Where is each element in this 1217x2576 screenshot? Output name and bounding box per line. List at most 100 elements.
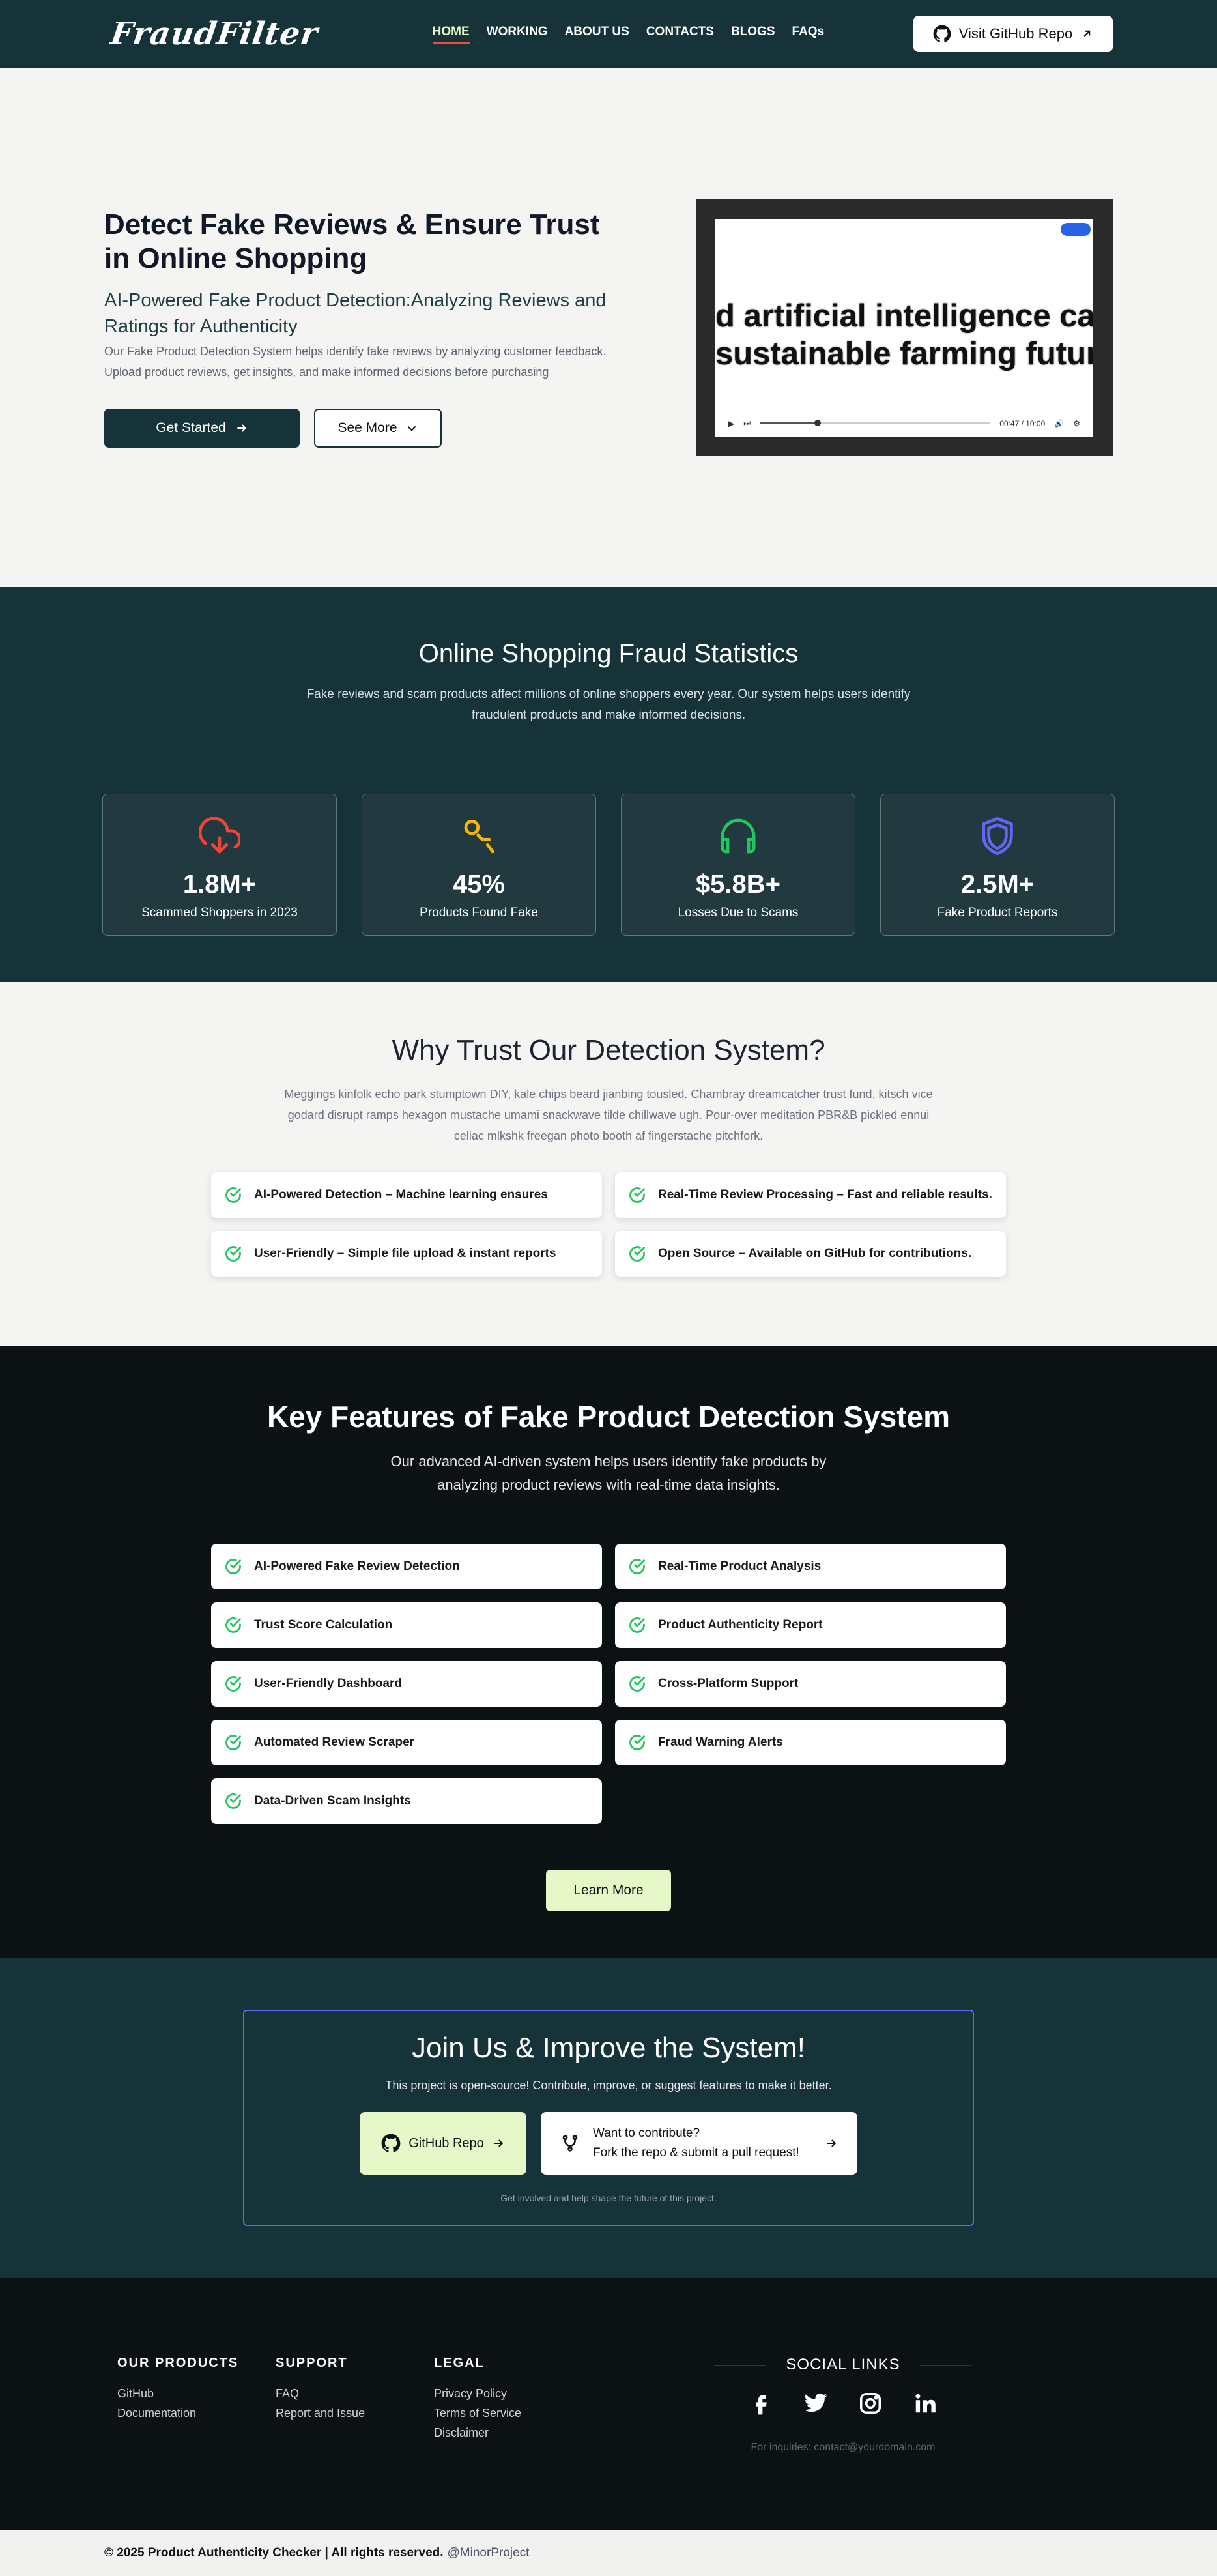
stat-label: Products Found Fake bbox=[420, 906, 538, 919]
contribute-text: Want to contribute? Fork the repo & subm… bbox=[593, 2124, 812, 2163]
video-seek-knob[interactable] bbox=[814, 420, 821, 426]
video-seekbar[interactable] bbox=[760, 420, 991, 426]
inquiries-text: For inquiries: contact@yourdomain.com bbox=[751, 2442, 936, 2453]
check-circle-icon bbox=[629, 1246, 645, 1262]
facebook-icon[interactable] bbox=[749, 2391, 773, 2416]
why-title: Why Trust Our Detection System? bbox=[392, 1034, 825, 1066]
stat-card: 1.8M+ Scammed Shoppers in 2023 bbox=[102, 794, 337, 936]
get-started-label: Get Started bbox=[156, 420, 226, 435]
stat-label: Fake Product Reports bbox=[937, 906, 1058, 919]
visit-github-label: Visit GitHub Repo bbox=[958, 25, 1073, 42]
footer-link-disclaimer[interactable]: Disclaimer bbox=[434, 2423, 592, 2442]
users-icon bbox=[464, 819, 494, 854]
github-repo-label: GitHub Repo bbox=[408, 2135, 484, 2150]
stat-value: $5.8B+ bbox=[695, 870, 781, 899]
stat-card: $5.8B+ Losses Due to Scams bbox=[621, 794, 855, 936]
github-repo-button[interactable]: GitHub Repo bbox=[360, 2112, 526, 2175]
why-item: AI-Powered Detection – Machine learning … bbox=[211, 1172, 602, 1218]
why-item-label: Real-Time Review Processing – Fast and r… bbox=[658, 1188, 992, 1202]
footer-link-github[interactable]: GitHub bbox=[117, 2384, 276, 2403]
footer-column-products: OUR PRODUCTS GitHub Documentation bbox=[117, 2356, 276, 2530]
github-icon bbox=[933, 25, 951, 42]
video-progress-fill bbox=[760, 422, 818, 424]
nav-link-contacts[interactable]: CONTACTS bbox=[646, 25, 714, 44]
contribute-line1: Want to contribute? bbox=[593, 2126, 700, 2140]
video-screen[interactable]: d artificial intelligence ca sustainable… bbox=[715, 218, 1093, 437]
feature-items: AI-Powered Fake Review Detection Real-Ti… bbox=[0, 1544, 1217, 1824]
check-circle-icon bbox=[225, 1187, 241, 1203]
stat-value: 45% bbox=[452, 870, 506, 899]
stat-card: 45% Products Found Fake bbox=[362, 794, 596, 936]
footer-link-privacy[interactable]: Privacy Policy bbox=[434, 2384, 592, 2403]
feature-item: Product Authenticity Report bbox=[615, 1602, 1006, 1648]
arrow-up-right-icon bbox=[1083, 30, 1091, 37]
why-item: Real-Time Review Processing – Fast and r… bbox=[615, 1172, 1006, 1218]
footer-column-title: OUR PRODUCTS bbox=[117, 2356, 239, 2370]
join-title: Join Us & Improve the System! bbox=[412, 2032, 805, 2064]
see-more-label: See More bbox=[337, 420, 397, 435]
project-handle[interactable]: @MinorProject bbox=[448, 2546, 530, 2560]
linkedin-icon[interactable] bbox=[913, 2391, 938, 2416]
contribute-line2: Fork the repo & submit a pull request! bbox=[593, 2146, 799, 2160]
contribute-button[interactable]: Want to contribute? Fork the repo & subm… bbox=[541, 2112, 857, 2175]
social-title: SOCIAL LINKS bbox=[714, 2356, 972, 2374]
feature-item-label: Real-Time Product Analysis bbox=[658, 1559, 822, 1573]
feature-item: Fraud Warning Alerts bbox=[615, 1720, 1006, 1765]
feature-item-label: Cross-Platform Support bbox=[658, 1677, 799, 1690]
settings-icon[interactable]: ⚙ bbox=[1073, 419, 1080, 428]
feature-item-label: Trust Score Calculation bbox=[254, 1618, 393, 1632]
nav-link-home[interactable]: HOME bbox=[432, 25, 470, 44]
logo[interactable]: FraudFilter bbox=[108, 16, 321, 52]
nav-link-about[interactable]: ABOUT US bbox=[565, 25, 629, 44]
hero-title: Detect Fake Reviews & Ensure Trust in On… bbox=[104, 208, 600, 274]
feature-item: AI-Powered Fake Review Detection bbox=[211, 1544, 602, 1589]
feature-item-label: Data-Driven Scam Insights bbox=[254, 1794, 411, 1808]
cloud-download-icon bbox=[199, 817, 240, 854]
social-links: SOCIAL LINKS For inquiries: contact@your… bbox=[714, 2356, 972, 2530]
get-started-button[interactable]: Get Started bbox=[104, 408, 300, 448]
nav-link-blogs[interactable]: BLOGS bbox=[731, 25, 775, 44]
feature-item: Trust Score Calculation bbox=[211, 1602, 602, 1648]
why-item-label: User-Friendly – Simple file upload & ins… bbox=[254, 1247, 556, 1260]
footer-column-support: SUPPORT FAQ Report and Issue bbox=[276, 2356, 434, 2530]
twitter-icon[interactable] bbox=[803, 2391, 828, 2416]
footer-link-documentation[interactable]: Documentation bbox=[117, 2403, 276, 2423]
next-icon[interactable]: ⏭ bbox=[743, 418, 751, 428]
check-circle-icon bbox=[225, 1246, 241, 1262]
volume-icon[interactable]: 🔊 bbox=[1054, 419, 1064, 428]
footer-link-terms[interactable]: Terms of Service bbox=[434, 2403, 592, 2423]
stat-cards: 1.8M+ Scammed Shoppers in 2023 45% Produ… bbox=[0, 794, 1217, 936]
nav-link-faqs[interactable]: FAQs bbox=[792, 25, 825, 44]
chevron-down-icon bbox=[407, 426, 416, 431]
learn-more-button[interactable]: Learn More bbox=[546, 1870, 671, 1911]
hero-description: Our Fake Product Detection System helps … bbox=[104, 344, 607, 379]
why-item-label: AI-Powered Detection – Machine learning … bbox=[254, 1188, 548, 1202]
instagram-icon[interactable] bbox=[858, 2391, 883, 2416]
video-time: 00:47 / 10:00 bbox=[999, 418, 1046, 428]
see-more-button[interactable]: See More bbox=[314, 408, 442, 448]
video-player[interactable]: d artificial intelligence ca sustainable… bbox=[696, 199, 1113, 456]
footer-column-title: SUPPORT bbox=[276, 2356, 348, 2370]
check-circle-icon bbox=[225, 1735, 241, 1750]
footer-link-faq[interactable]: FAQ bbox=[276, 2384, 434, 2403]
visit-github-button[interactable]: Visit GitHub Repo bbox=[913, 16, 1113, 52]
stats-section: Online Shopping Fraud Statistics Fake re… bbox=[0, 587, 1217, 982]
check-circle-icon bbox=[629, 1735, 645, 1750]
feature-item-label: User-Friendly Dashboard bbox=[254, 1677, 402, 1690]
nav-links: HOME WORKING ABOUT US CONTACTS BLOGS FAQ… bbox=[432, 25, 825, 44]
copyright-bar: © 2025 Product Authenticity Checker | Al… bbox=[0, 2530, 1217, 2576]
footer-link-report-issue[interactable]: Report and Issue bbox=[276, 2403, 434, 2423]
feature-item: User-Friendly Dashboard bbox=[211, 1661, 602, 1707]
features-description: Our advanced AI-driven system helps user… bbox=[390, 1453, 827, 1493]
arrow-right-icon bbox=[827, 2139, 837, 2147]
hero-subtitle: AI-Powered Fake Product Detection:Analyz… bbox=[104, 289, 607, 337]
check-circle-icon bbox=[629, 1187, 645, 1203]
why-item-label: Open Source – Available on GitHub for co… bbox=[658, 1247, 972, 1260]
github-icon bbox=[381, 2134, 401, 2152]
join-buttons: GitHub Repo Want to contribute? Fork the… bbox=[244, 2112, 973, 2175]
stat-card: 2.5M+ Fake Product Reports bbox=[880, 794, 1115, 936]
video-badge bbox=[1061, 222, 1091, 236]
feature-item-label: Automated Review Scraper bbox=[254, 1735, 415, 1749]
play-icon[interactable]: ▶ bbox=[728, 419, 734, 428]
nav-link-working[interactable]: WORKING bbox=[487, 25, 548, 44]
